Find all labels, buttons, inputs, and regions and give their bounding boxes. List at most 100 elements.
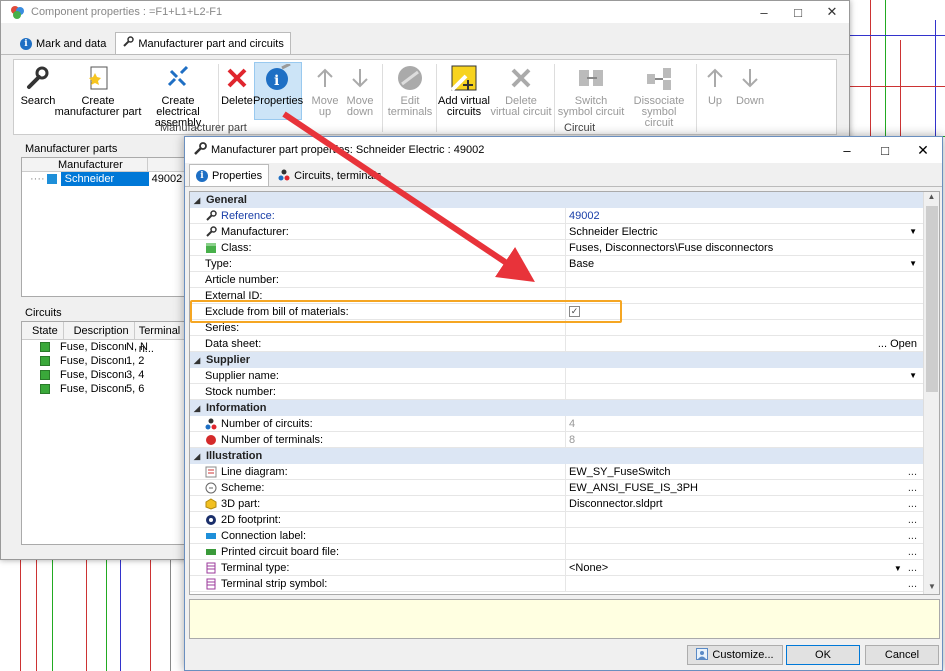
wire: [150, 560, 151, 671]
column-header-manufacturer[interactable]: Manufacturer: [22, 157, 148, 172]
property-value: Base: [569, 257, 595, 270]
wrench-icon: [122, 36, 135, 51]
edit-terminals-button[interactable]: Edit terminals: [386, 63, 434, 118]
table-row[interactable]: Fuse, Disconn...N, N: [22, 340, 186, 354]
property-row-number-of-terminals[interactable]: Number of terminals: 8: [190, 431, 923, 448]
property-row-data-sheet[interactable]: Data sheet: ... Open: [190, 335, 923, 352]
scroll-up-icon[interactable]: ▲: [924, 192, 939, 204]
move-up-button[interactable]: Move up: [308, 63, 342, 118]
column-header-state[interactable]: State: [22, 321, 64, 340]
add-virtual-circuits-button[interactable]: Add virtual circuits: [438, 63, 490, 118]
open-datasheet-button[interactable]: ... Open: [878, 338, 917, 350]
scroll-down-icon[interactable]: ▼: [924, 582, 939, 594]
property-row-manufacturer[interactable]: Manufacturer: Schneider Electric ▼: [190, 223, 923, 240]
dropdown-arrow-icon[interactable]: ▼: [894, 564, 902, 573]
property-name: Series:: [205, 321, 240, 334]
switch-symbol-circuit-button[interactable]: Switch symbol circuit: [556, 63, 626, 118]
property-row-connection-label[interactable]: Connection label: ...: [190, 527, 923, 544]
table-row[interactable]: Fuse, Disconn...5, 6: [22, 382, 186, 396]
up-button[interactable]: Up: [700, 63, 730, 107]
button-label: Add virtual circuits: [438, 95, 490, 118]
button-label: Delete virtual circuit: [490, 95, 552, 118]
property-value: Fuses, Disconnectors\Fuse disconnectors: [569, 241, 774, 254]
minimize-button[interactable]: –: [828, 143, 866, 158]
section-label: General: [206, 194, 247, 206]
wire: [170, 560, 171, 671]
list-item[interactable]: ···· Schneider Electric 49002: [22, 172, 186, 199]
create-electrical-assembly-button[interactable]: Create electrical assembly: [140, 63, 216, 129]
description-panel: [189, 599, 940, 639]
section-information[interactable]: ◢ Information: [190, 400, 923, 416]
dissociate-symbol-circuit-button[interactable]: Dissociate symbol circuit: [626, 63, 692, 129]
delete-button[interactable]: Delete: [220, 63, 254, 107]
vertical-scrollbar[interactable]: ▲ ▼: [923, 192, 939, 594]
browse-button[interactable]: ...: [908, 530, 917, 542]
property-row-stock-number[interactable]: Stock number:: [190, 383, 923, 400]
customize-button[interactable]: Customize...: [687, 645, 783, 665]
table-row[interactable]: Fuse, Disconn...1, 2: [22, 354, 186, 368]
part-icon: [46, 174, 57, 184]
property-row-class[interactable]: Class: Fuses, Disconnectors\Fuse disconn…: [190, 239, 923, 256]
move-down-button[interactable]: Move down: [342, 63, 378, 118]
property-row-type[interactable]: Type: Base ▼: [190, 255, 923, 272]
tab-strip: i Mark and data Manufacturer part and ci…: [1, 32, 849, 55]
browse-button[interactable]: ...: [908, 466, 917, 478]
section-label: Supplier: [206, 354, 251, 366]
column-header-description[interactable]: Description: [64, 321, 135, 340]
dropdown-arrow-icon[interactable]: ▼: [909, 371, 917, 380]
browse-button[interactable]: ...: [908, 546, 917, 558]
column-header-terminals[interactable]: Terminal n...: [135, 322, 186, 355]
property-row-pcb-file[interactable]: Printed circuit board file: ...: [190, 543, 923, 560]
property-row-2d-footprint[interactable]: 2D footprint: ...: [190, 511, 923, 528]
section-supplier[interactable]: ◢ Supplier: [190, 352, 923, 368]
list-header: Manufacturer: [22, 157, 186, 172]
circuits-title: Circuits: [25, 307, 62, 319]
close-button[interactable]: ✕: [904, 142, 942, 159]
property-value: Schneider Electric: [569, 225, 658, 238]
tab-properties[interactable]: i Properties: [189, 164, 270, 186]
browse-button[interactable]: ...: [908, 482, 917, 494]
section-general[interactable]: ◢ General: [190, 192, 923, 208]
property-row-number-of-circuits[interactable]: Number of circuits: 4: [190, 415, 923, 432]
property-row-supplier-name[interactable]: Supplier name: ▼: [190, 367, 923, 384]
search-button[interactable]: Search: [18, 63, 58, 107]
property-row-article-number[interactable]: Article number:: [190, 271, 923, 288]
browse-button[interactable]: ...: [908, 578, 917, 590]
delete-virtual-circuit-button[interactable]: Delete virtual circuit: [490, 63, 552, 118]
description-cell: Fuse, Disconn...: [60, 383, 126, 395]
state-ok-icon: [40, 342, 50, 352]
button-label: Properties: [252, 95, 304, 107]
dropdown-arrow-icon[interactable]: ▼: [909, 227, 917, 236]
property-row-terminal-type[interactable]: Terminal type: <None> ▼...: [190, 559, 923, 576]
scroll-thumb[interactable]: [926, 206, 938, 392]
create-manufacturer-part-button[interactable]: Create manufacturer part: [54, 63, 142, 118]
state-ok-icon: [40, 384, 50, 394]
tab-manufacturer-part-and-circuits[interactable]: Manufacturer part and circuits: [115, 32, 291, 54]
terminal-strip-icon: [205, 578, 217, 590]
section-illustration[interactable]: ◢ Illustration: [190, 448, 923, 464]
property-row-3d-part[interactable]: 3D part: Disconnector.sldprt...: [190, 495, 923, 512]
tab-mark-and-data[interactable]: i Mark and data: [13, 34, 113, 54]
ok-button[interactable]: OK: [786, 645, 860, 665]
property-row-reference[interactable]: Reference: 49002: [190, 207, 923, 224]
down-button[interactable]: Down: [732, 63, 768, 107]
maximize-button[interactable]: □: [866, 143, 904, 158]
close-button[interactable]: ✕: [815, 1, 849, 23]
3d-part-icon: [205, 497, 217, 510]
property-row-line-diagram[interactable]: Line diagram: EW_SY_FuseSwitch...: [190, 463, 923, 480]
maximize-button[interactable]: □: [781, 1, 815, 23]
separator: [554, 64, 555, 132]
browse-button[interactable]: ...: [908, 514, 917, 526]
tab-circuits-terminals[interactable]: Circuits, terminals: [271, 166, 388, 186]
property-row-scheme[interactable]: Scheme: EW_ANSI_FUSE_IS_3PH...: [190, 479, 923, 496]
table-row[interactable]: Fuse, Disconn...3, 4: [22, 368, 186, 382]
browse-button[interactable]: ...: [908, 498, 917, 510]
property-row-terminal-strip-symbol[interactable]: Terminal strip symbol: ...: [190, 575, 923, 592]
button-label: Dissociate symbol circuit: [633, 95, 685, 129]
description-cell: Fuse, Disconn...: [60, 369, 126, 381]
properties-button[interactable]: i Properties: [252, 62, 304, 120]
cancel-button[interactable]: Cancel: [865, 645, 939, 665]
browse-button[interactable]: ...: [908, 562, 917, 574]
dropdown-arrow-icon[interactable]: ▼: [909, 259, 917, 268]
minimize-button[interactable]: –: [747, 1, 781, 23]
